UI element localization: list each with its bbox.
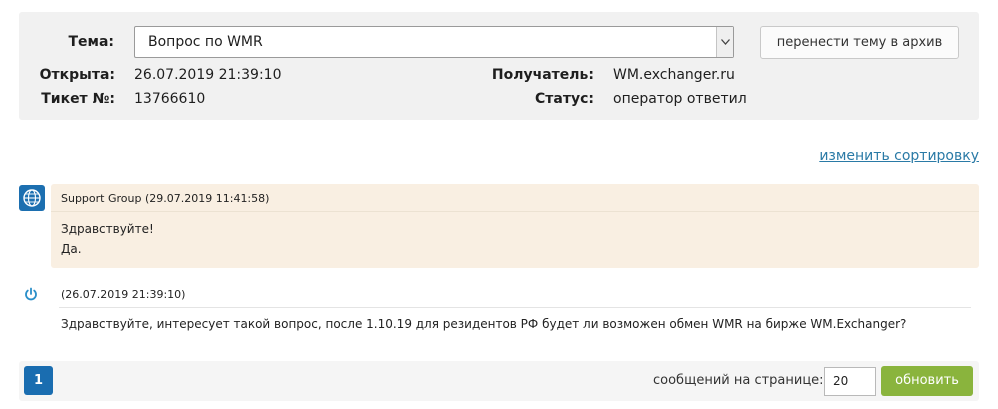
subject-selected-value: Вопрос по WMR xyxy=(148,34,263,50)
webmoney-globe-icon xyxy=(19,185,45,211)
recipient-value: WM.exchanger.ru xyxy=(613,67,735,83)
message-header: (26.07.2019 21:39:10) xyxy=(61,288,186,301)
message-line: Здравствуйте! xyxy=(61,222,154,236)
opened-label: Открыта: xyxy=(39,67,115,83)
pagination-bar: 1 сообщений на странице: 20 обновить xyxy=(19,361,979,401)
message-support: Support Group (29.07.2019 11:41:58) Здра… xyxy=(51,184,979,268)
change-sort-link[interactable]: изменить сортировку xyxy=(819,148,979,164)
message-line: Да. xyxy=(61,242,82,256)
message-user: (26.07.2019 21:39:10) Здравствуйте, инте… xyxy=(51,280,979,341)
message-divider xyxy=(59,307,971,308)
chevron-down-icon[interactable] xyxy=(716,27,733,57)
archive-topic-button[interactable]: перенести тему в архив xyxy=(760,26,959,59)
per-page-input[interactable]: 20 xyxy=(824,367,876,396)
status-value: оператор ответил xyxy=(613,91,747,107)
subject-label: Тема: xyxy=(68,34,114,50)
ticket-info-panel: Тема: Вопрос по WMR перенести тему в арх… xyxy=(19,12,979,120)
ticket-number-label: Тикет №: xyxy=(41,91,115,107)
message-header: Support Group (29.07.2019 11:41:58) xyxy=(61,192,270,205)
status-label: Статус: xyxy=(535,91,594,107)
message-line: Здравствуйте, интересует такой вопрос, п… xyxy=(61,317,907,331)
ticket-number-value: 13766610 xyxy=(134,91,206,107)
per-page-label: сообщений на странице: xyxy=(653,373,824,388)
refresh-button[interactable]: обновить xyxy=(881,366,973,396)
message-divider xyxy=(51,211,979,212)
opened-value: 26.07.2019 21:39:10 xyxy=(134,67,282,83)
page-button-current[interactable]: 1 xyxy=(24,366,53,395)
recipient-label: Получатель: xyxy=(491,67,594,83)
subject-select[interactable]: Вопрос по WMR xyxy=(134,26,734,58)
user-power-icon xyxy=(23,286,39,302)
